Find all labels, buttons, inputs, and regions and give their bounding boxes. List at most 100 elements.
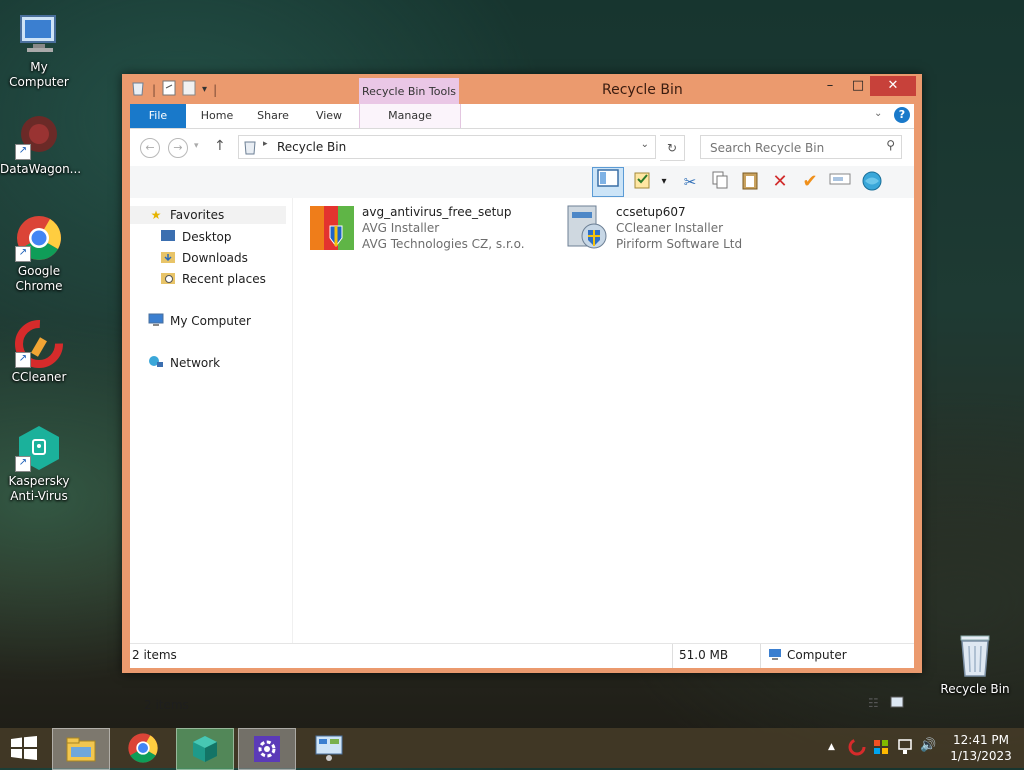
search-input[interactable]	[708, 138, 882, 158]
command-toolbar: ▾ ✂ ✕ ✔	[130, 166, 914, 199]
desktop-icon	[160, 229, 176, 245]
shortcut-arrow-icon: ↗	[15, 246, 31, 262]
nav-network[interactable]: Network	[148, 354, 220, 372]
desktop-icon-recycle-bin[interactable]: Recycle Bin	[936, 632, 1014, 697]
star-icon: ★	[150, 208, 162, 222]
clock[interactable]: 12:41 PM 1/13/2023	[950, 732, 1012, 764]
taskbar: ▲ 🔊 12:41 PM 1/13/2023	[0, 728, 1024, 770]
search-box[interactable]: ⚲	[700, 135, 902, 159]
desktop-icon-label: CCleaner	[11, 370, 67, 384]
nav-recent-places[interactable]: Recent places	[160, 270, 266, 288]
computer-icon	[148, 313, 164, 329]
forward-button[interactable]: →	[168, 138, 188, 158]
address-row: ← → ▾ ↑ ▸ Recycle Bin ⌄ ↻ ⚲	[130, 128, 914, 167]
chevron-down-icon[interactable]: ⌄	[641, 139, 649, 150]
desktop-icon-label: Google Chrome	[15, 264, 63, 293]
avg-installer-icon	[308, 204, 356, 255]
address-path[interactable]: Recycle Bin	[277, 140, 346, 154]
file-description: AVG Installer	[362, 221, 440, 235]
checklist-icon[interactable]	[630, 170, 654, 194]
network-tray-icon[interactable]	[896, 738, 914, 760]
datawagon-icon: ↗	[15, 112, 63, 160]
cut-icon[interactable]: ✂	[678, 170, 702, 194]
file-company: AVG Technologies CZ, s.r.o.	[362, 237, 525, 251]
title-bar[interactable]: | ▾ | Recycle Bin Tools Recycle Bin – □ …	[122, 74, 922, 104]
globe-icon[interactable]	[860, 170, 884, 194]
maximize-button[interactable]: □	[844, 76, 872, 96]
desktop-icon-label: Kaspersky Anti-Virus	[8, 474, 70, 503]
computer-icon	[768, 648, 782, 663]
gear-icon	[254, 736, 280, 762]
taskbar-file-explorer[interactable]	[52, 728, 110, 770]
nav-label: Favorites	[170, 208, 225, 222]
desktop-icon-datawagon[interactable]: ↗ DataWagon...	[0, 112, 81, 177]
chrome-icon: ↗	[15, 214, 63, 262]
nav-label: My Computer	[170, 314, 251, 328]
file-item-avg[interactable]: avg_antivirus_free_setup AVG Installer A…	[308, 204, 525, 255]
status-size: 51.0 MB	[679, 648, 729, 662]
expand-ribbon-icon[interactable]: ⌄	[874, 108, 882, 119]
content-area: ★ Favorites Desktop Downloads Recent pla…	[130, 198, 914, 712]
tab-share[interactable]: Share	[248, 104, 298, 128]
paste-icon[interactable]	[738, 170, 762, 194]
delete-icon[interactable]: ✕	[768, 170, 792, 194]
tab-file[interactable]: File	[130, 104, 186, 128]
desktop-icon-google-chrome[interactable]: ↗ Google Chrome	[0, 214, 78, 294]
details-view-icon[interactable]: ☷	[868, 696, 879, 710]
ccleaner-icon: ↗	[15, 320, 63, 368]
desktop-icon-kaspersky[interactable]: ↗ Kaspersky Anti-Virus	[0, 424, 78, 504]
taskbar-control-panel[interactable]	[300, 728, 358, 768]
nav-desktop[interactable]: Desktop	[160, 228, 232, 246]
address-bar[interactable]: ▸ Recycle Bin ⌄	[238, 135, 656, 159]
taskbar-settings[interactable]	[238, 728, 296, 770]
ccleaner-tray-icon[interactable]	[848, 738, 866, 760]
help-icon[interactable]: ?	[894, 107, 910, 123]
minimize-button[interactable]: –	[816, 76, 844, 96]
recycle-bin-small-icon	[243, 139, 257, 158]
file-item-ccsetup[interactable]: ccsetup607 CCleaner Installer Piriform S…	[562, 204, 742, 255]
status-bar: 2 items 51.0 MB Computer	[130, 643, 914, 668]
large-icons-view-icon[interactable]	[890, 696, 904, 711]
back-button[interactable]: ←	[140, 138, 160, 158]
file-company: Piriform Software Ltd	[616, 237, 743, 251]
file-name: avg_antivirus_free_setup	[362, 205, 512, 219]
desktop-icon-my-computer[interactable]: My Computer	[0, 10, 78, 90]
kaspersky-icon: ↗	[15, 424, 63, 472]
recent-locations-icon[interactable]: ▾	[194, 141, 199, 151]
clock-date: 1/13/2023	[950, 749, 1012, 763]
tab-home[interactable]: Home	[192, 104, 242, 128]
preview-pane-icon[interactable]	[592, 167, 624, 197]
new-folder-icon[interactable]	[182, 80, 196, 99]
cube-app-icon	[193, 736, 217, 762]
nav-my-computer[interactable]: My Computer	[148, 312, 251, 330]
tab-view[interactable]: View	[304, 104, 354, 128]
file-explorer-icon	[66, 737, 96, 762]
customize-qat-icon[interactable]: ▾	[202, 84, 207, 95]
taskbar-chrome[interactable]	[114, 728, 172, 768]
start-button[interactable]	[0, 728, 48, 768]
tab-manage[interactable]: Manage	[359, 104, 461, 128]
nav-downloads[interactable]: Downloads	[160, 249, 248, 267]
dropdown-icon[interactable]: ▾	[652, 170, 676, 194]
checkmark-icon[interactable]: ✔	[798, 170, 822, 194]
search-icon[interactable]: ⚲	[886, 138, 895, 152]
nav-label: Desktop	[182, 230, 232, 244]
nav-favorites[interactable]: ★ Favorites	[130, 206, 286, 224]
properties-icon[interactable]	[162, 80, 176, 99]
copy-icon[interactable]	[708, 170, 732, 194]
volume-icon[interactable]: 🔊	[920, 738, 936, 753]
windows-flag-tray-icon[interactable]	[872, 738, 890, 760]
up-arrow-icon[interactable]: ↑	[214, 138, 226, 154]
contextual-tab-group-label: Recycle Bin Tools	[359, 78, 459, 104]
rename-icon[interactable]	[828, 170, 852, 194]
close-button[interactable]: ✕	[870, 76, 916, 96]
chevron-right-icon[interactable]: ▸	[263, 139, 268, 149]
ribbon-tabs: File Home Share View Manage ⌄ ?	[130, 104, 914, 128]
desktop-icon-ccleaner[interactable]: ↗ CCleaner	[0, 320, 78, 385]
windows-logo-icon	[11, 736, 37, 760]
recycle-bin-small-icon	[130, 80, 146, 99]
tray-expand-icon[interactable]: ▲	[828, 742, 835, 752]
nav-label: Recent places	[182, 272, 266, 286]
refresh-button[interactable]: ↻	[660, 135, 685, 161]
taskbar-app-cube[interactable]	[176, 728, 234, 770]
